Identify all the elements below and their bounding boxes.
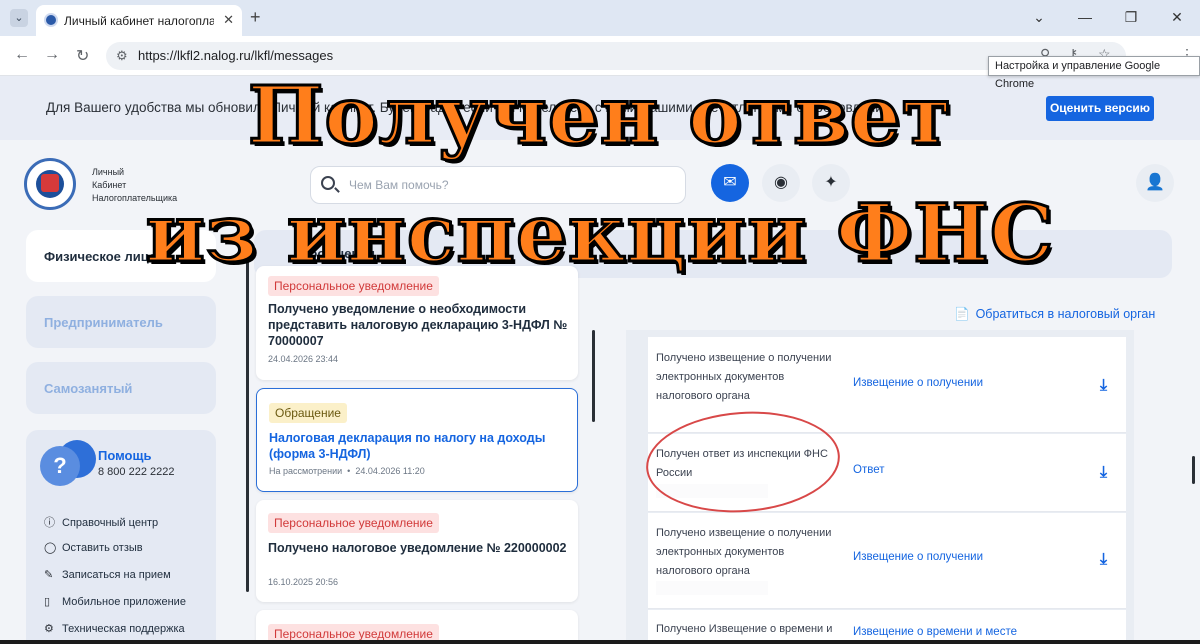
help-link-label: Записаться на прием	[62, 569, 171, 581]
message-card[interactable]: Персональное уведомление	[256, 610, 578, 644]
info-icon: ⓘ	[44, 517, 55, 529]
help-link-feedback[interactable]: ◯ Оставить отзыв	[44, 541, 143, 554]
download-icon[interactable]: ⤓	[1100, 464, 1107, 482]
tab-title: Личный кабинет налогоплате	[64, 14, 214, 28]
help-link-reference[interactable]: ⓘ Справочный центр	[44, 514, 158, 530]
help-link-appointment[interactable]: ✎ Записаться на прием	[44, 568, 171, 581]
document-description: Получено Извещение о времени и	[656, 623, 833, 635]
document-link[interactable]: Извещение о получении	[853, 551, 983, 563]
message-title: Налоговая декларация по налогу на доходы…	[269, 431, 546, 461]
message-card[interactable]: Персональное уведомление Получено налого…	[256, 500, 578, 602]
sidebar-item-label: Предприниматель	[44, 315, 163, 330]
redacted-field	[656, 581, 768, 595]
message-badge: Персональное уведомление	[268, 513, 439, 533]
document-description: Получено извещение о получении электронн…	[656, 527, 832, 577]
question-icon: ?	[40, 446, 80, 486]
forward-arrow-icon[interactable]: →	[44, 46, 60, 64]
chat-icon: ◯	[44, 542, 57, 554]
reload-icon[interactable]: ↻	[76, 46, 89, 66]
page-scrollbar[interactable]	[1192, 456, 1195, 484]
message-card[interactable]: Персональное уведомление Получено уведом…	[256, 266, 578, 380]
message-date: 24.04.2026 11:20	[355, 466, 425, 476]
new-tab-button[interactable]: +	[250, 7, 261, 28]
help-title[interactable]: Помощь	[98, 448, 151, 463]
message-status: На рассмотрении	[269, 466, 343, 476]
document-row: Получено Извещение о времени и Извещение…	[648, 610, 1126, 644]
message-title: Получено налоговое уведомление № 2200000…	[268, 541, 567, 555]
sidebar-item-label: Самозанятый	[44, 381, 133, 396]
sidebar-item-self-employed[interactable]: Самозанятый	[26, 362, 216, 414]
message-date: 16.10.2025 20:56	[268, 577, 339, 587]
logo-line: Личный	[92, 167, 125, 177]
restore-button[interactable]: ❐	[1108, 0, 1154, 36]
message-badge: Обращение	[269, 403, 347, 423]
address-bar[interactable]: ⚙ https://lkfl2.nalog.ru/lkfl/messages	[106, 42, 1126, 70]
download-icon[interactable]: ⤓	[1100, 551, 1107, 569]
help-link-label: Мобильное приложение	[62, 596, 186, 608]
message-card-selected[interactable]: Обращение Налоговая декларация по налогу…	[256, 388, 578, 492]
document-link[interactable]: Извещение о получении	[853, 377, 983, 389]
site-info-icon[interactable]: ⚙	[116, 48, 128, 64]
help-link-label: Справочный центр	[62, 517, 159, 529]
help-link-label: Оставить отзыв	[62, 542, 143, 554]
close-window-button[interactable]: ✕	[1154, 0, 1200, 36]
window-controls: ⌄ — ❐ ✕	[1016, 0, 1200, 36]
document-description: Получено извещение о получении электронн…	[656, 352, 832, 402]
messages-scrollbar[interactable]	[246, 258, 249, 592]
tab-close-icon[interactable]: ✕	[223, 12, 234, 28]
address-url[interactable]: https://lkfl2.nalog.ru/lkfl/messages	[138, 48, 333, 63]
tab-search-icon[interactable]: ⌄	[10, 9, 28, 27]
message-title: Получено уведомление о необходимости пре…	[268, 302, 568, 348]
help-phone[interactable]: 8 800 222 2222	[98, 466, 174, 478]
document-link[interactable]: Извещение о времени и месте	[853, 626, 1017, 638]
download-icon[interactable]: ⤓	[1100, 377, 1107, 395]
phone-icon: ▯	[44, 596, 51, 608]
help-link-mobile-app[interactable]: ▯ Мобильное приложение	[44, 595, 186, 608]
site-favicon-icon	[44, 13, 58, 27]
overlay-headline-line2: из инспекции ФНС	[144, 185, 1055, 282]
help-link-support[interactable]: ⚙ Техническая поддержка	[44, 622, 185, 635]
gear-icon: ⚙	[44, 623, 54, 635]
detail-scrollbar[interactable]	[592, 330, 595, 422]
taskbar-edge	[0, 640, 1200, 644]
minimize-button[interactable]: —	[1062, 0, 1108, 36]
document-link[interactable]: Ответ	[853, 464, 884, 476]
message-date: 24.04.2026 23:44	[268, 354, 339, 364]
browser-tab-bar: ⌄ Личный кабинет налогоплате ✕ + ⌄ — ❐ ✕	[0, 0, 1200, 36]
edit-icon: ✎	[44, 569, 54, 581]
browser-tab[interactable]: Личный кабинет налогоплате ✕	[36, 5, 242, 36]
chrome-menu-tooltip: Настройка и управление Google Chrome	[988, 56, 1200, 90]
tab-list-button[interactable]: ⌄	[1016, 0, 1062, 36]
back-arrow-icon[interactable]: ←	[14, 46, 30, 64]
contact-tax-office-link[interactable]: 📄 Обратиться в налоговый орган	[954, 307, 1155, 322]
help-link-label: Техническая поддержка	[62, 623, 185, 635]
sidebar-item-entrepreneur[interactable]: Предприниматель	[26, 296, 216, 348]
contact-link-label: Обратиться в налоговый орган	[975, 307, 1156, 321]
message-status-date: На рассмотрении • 24.04.2026 11:20	[269, 466, 425, 476]
document-row: Получено извещение о получении электронн…	[648, 513, 1126, 609]
document-phone-icon: 📄	[954, 307, 970, 321]
